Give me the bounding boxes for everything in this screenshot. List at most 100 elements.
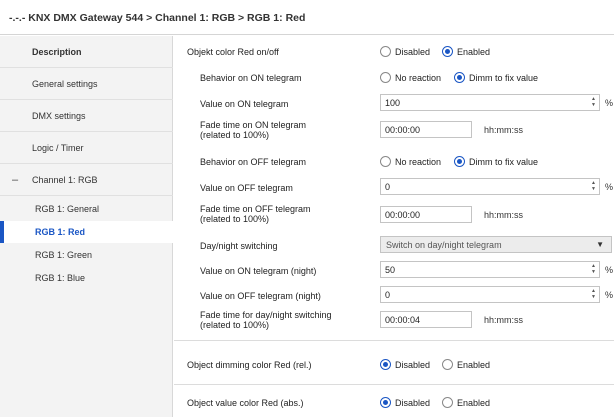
- radio-circle: [442, 359, 453, 370]
- time-value: 00:00:00: [385, 210, 421, 220]
- param-label-fade-on: Fade time on ON telegram (related to 100…: [200, 120, 306, 140]
- param-label-line: (related to 100%): [200, 214, 270, 224]
- sidebar-item-logic-timer[interactable]: Logic / Timer: [0, 132, 173, 164]
- unit-label: %: [605, 290, 614, 300]
- collapse-minus-icon[interactable]: –: [12, 174, 18, 186]
- radio-dimming-rel-enabled[interactable]: Enabled: [442, 359, 490, 370]
- sidebar-item-label: Description: [32, 46, 82, 57]
- radio-label: Disabled: [395, 397, 431, 408]
- sidebar-item-label: Logic / Timer: [32, 142, 84, 153]
- radio-behavior-off-no-reaction[interactable]: No reaction: [380, 156, 441, 167]
- radio-label: Disabled: [395, 46, 431, 57]
- time-value: 00:00:04: [385, 315, 421, 325]
- param-label-line: Fade time on OFF telegram: [200, 204, 311, 214]
- sidebar-nav: Description General settings DMX setting…: [0, 36, 173, 417]
- section-divider: [174, 384, 614, 385]
- radio-label: No reaction: [395, 72, 442, 83]
- sidebar-item-label: DMX settings: [32, 110, 86, 121]
- radio-circle: [380, 156, 391, 167]
- param-label-line: Fade time on ON telegram: [200, 120, 307, 130]
- radio-label: No reaction: [395, 156, 442, 167]
- radio-behavior-off-dimm[interactable]: Dimm to fix value: [454, 156, 538, 167]
- sidebar-item-general-settings[interactable]: General settings: [0, 68, 173, 100]
- value-off-night-spinbox[interactable]: 0 ▲ ▼: [380, 286, 600, 303]
- spinbox-value: 0: [385, 290, 391, 300]
- unit-label: %: [605, 265, 614, 275]
- sidebar-subitem-label: RGB 1: Green: [35, 250, 93, 260]
- radio-label: Enabled: [457, 46, 491, 57]
- up-down-arrows-icon[interactable]: ▲ ▼: [591, 180, 596, 192]
- up-down-arrows-icon[interactable]: ▲ ▼: [591, 288, 596, 300]
- param-label-value-on-night: Value on ON telegram (night): [200, 266, 317, 276]
- param-label-line: (related to 100%): [200, 320, 270, 330]
- radio-circle-selected: [380, 397, 391, 408]
- radio-value-abs-disabled[interactable]: Disabled: [380, 397, 430, 408]
- time-unit-label: hh:mm:ss: [484, 210, 524, 220]
- radio-label: Dimm to fix value: [469, 72, 539, 83]
- sidebar-item-dmx-settings[interactable]: DMX settings: [0, 100, 173, 132]
- sidebar-subitem-rgb1-general[interactable]: RGB 1: General: [0, 198, 173, 220]
- sidebar-subitem-label: RGB 1: Red: [35, 227, 86, 237]
- sidebar-subitem-rgb1-green[interactable]: RGB 1: Green: [0, 244, 173, 266]
- fade-daynight-time-input[interactable]: 00:00:04: [380, 311, 472, 328]
- caret-down-icon: ▼: [596, 240, 604, 249]
- unit-label: %: [605, 182, 614, 192]
- sidebar-item-label: General settings: [32, 78, 98, 89]
- sidebar-item-description[interactable]: Description: [0, 36, 173, 68]
- sidebar-item-label: Channel 1: RGB: [32, 174, 98, 185]
- param-label-line: Fade time for day/night switching: [200, 310, 332, 320]
- param-label-daynight: Day/night switching: [200, 241, 278, 251]
- value-on-night-spinbox[interactable]: 50 ▲ ▼: [380, 261, 600, 278]
- window-title: -.-.- KNX DMX Gateway 544 > Channel 1: R…: [9, 12, 306, 24]
- time-unit-label: hh:mm:ss: [484, 125, 524, 135]
- unit-label: %: [605, 98, 614, 108]
- radio-circle-selected: [454, 72, 465, 83]
- value-on-spinbox[interactable]: 100 ▲ ▼: [380, 94, 600, 111]
- radio-dimming-rel-disabled[interactable]: Disabled: [380, 359, 430, 370]
- sidebar-subitem-label: RGB 1: General: [35, 204, 100, 214]
- radio-color-onoff-enabled[interactable]: Enabled: [442, 46, 490, 57]
- radio-circle: [380, 46, 391, 57]
- param-label-value-off-night: Value on OFF telegram (night): [200, 291, 321, 301]
- radio-color-onoff-disabled[interactable]: Disabled: [380, 46, 430, 57]
- spinbox-value: 100: [385, 98, 401, 108]
- radio-label: Disabled: [395, 359, 431, 370]
- daynight-dropdown[interactable]: Switch on day/night telegram ▼: [380, 236, 612, 253]
- sidebar-subitem-label: RGB 1: Blue: [35, 273, 86, 283]
- up-down-arrows-icon[interactable]: ▲ ▼: [591, 263, 596, 275]
- sidebar-item-channel-1-rgb[interactable]: – Channel 1: RGB: [0, 164, 173, 196]
- radio-behavior-on-no-reaction[interactable]: No reaction: [380, 72, 441, 83]
- time-value: 00:00:00: [385, 125, 421, 135]
- parameter-panel: Objekt color Red on/off Disabled Enabled…: [174, 36, 614, 417]
- fade-off-time-input[interactable]: 00:00:00: [380, 206, 472, 223]
- radio-label: Dimm to fix value: [469, 156, 539, 167]
- window-titlebar: -.-.- KNX DMX Gateway 544 > Channel 1: R…: [0, 0, 614, 35]
- radio-label: Enabled: [457, 397, 491, 408]
- radio-circle-selected: [380, 359, 391, 370]
- radio-circle: [380, 72, 391, 83]
- param-label-dimming-rel: Object dimming color Red (rel.): [187, 360, 312, 370]
- param-label-behavior-on: Behavior on ON telegram: [200, 73, 302, 83]
- param-label-behavior-off: Behavior on OFF telegram: [200, 157, 307, 167]
- spinbox-value: 50: [385, 265, 396, 275]
- param-label-value-on: Value on ON telegram: [200, 99, 289, 109]
- sidebar-subitem-rgb1-blue[interactable]: RGB 1: Blue: [0, 267, 173, 289]
- radio-circle: [442, 397, 453, 408]
- param-label-fade-off: Fade time on OFF telegram (related to 10…: [200, 204, 311, 224]
- spinbox-value: 0: [385, 182, 391, 192]
- radio-circle-selected: [454, 156, 465, 167]
- radio-value-abs-enabled[interactable]: Enabled: [442, 397, 490, 408]
- fade-on-time-input[interactable]: 00:00:00: [380, 121, 472, 138]
- time-unit-label: hh:mm:ss: [484, 315, 524, 325]
- radio-label: Enabled: [457, 359, 491, 370]
- value-off-spinbox[interactable]: 0 ▲ ▼: [380, 178, 600, 195]
- param-label-line: (related to 100%): [200, 130, 270, 140]
- radio-behavior-on-dimm[interactable]: Dimm to fix value: [454, 72, 538, 83]
- up-down-arrows-icon[interactable]: ▲ ▼: [591, 96, 596, 108]
- param-label-value-off: Value on OFF telegram: [200, 183, 293, 193]
- param-label-value-abs: Object value color Red (abs.): [187, 398, 304, 408]
- param-label-fade-daynight: Fade time for day/night switching (relat…: [200, 310, 332, 330]
- dropdown-value: Switch on day/night telegram: [386, 240, 502, 250]
- sidebar-subitem-rgb1-red[interactable]: RGB 1: Red: [0, 221, 173, 243]
- section-divider: [174, 340, 614, 341]
